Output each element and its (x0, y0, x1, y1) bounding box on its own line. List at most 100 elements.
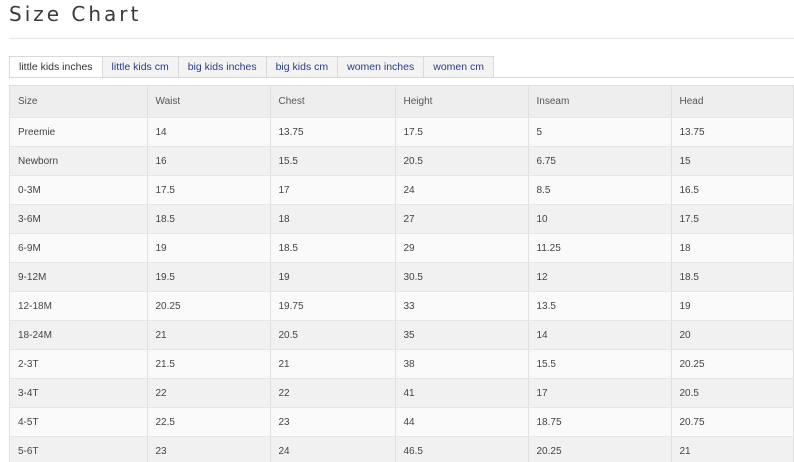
cell-chest: 24 (270, 436, 396, 462)
cell-head: 21 (671, 436, 793, 462)
column-header-waist: Waist (147, 86, 271, 118)
cell-chest: 18 (270, 204, 396, 234)
cell-height: 24 (395, 175, 529, 205)
size-table-panel: Size Waist Chest Height Inseam Head Pree… (9, 85, 794, 462)
cell-inseam: 8.5 (528, 175, 672, 205)
cell-inseam: 10 (528, 204, 672, 234)
cell-inseam: 17 (528, 378, 672, 408)
table-row: 2-3T 21.5 21 38 15.5 20.25 (10, 349, 793, 379)
table-row: Preemie 14 13.75 17.5 5 13.75 (10, 117, 793, 147)
tab-divider (9, 77, 794, 78)
cell-size: 9-12M (10, 262, 148, 292)
cell-chest: 18.5 (270, 233, 396, 263)
title-divider (9, 38, 794, 39)
table-row: Newborn 16 15.5 20.5 6.75 15 (10, 146, 793, 176)
cell-inseam: 14 (528, 320, 672, 350)
cell-size: 3-4T (10, 378, 148, 408)
cell-height: 17.5 (395, 117, 529, 147)
column-header-size: Size (10, 86, 148, 118)
cell-chest: 15.5 (270, 146, 396, 176)
cell-waist: 19 (147, 233, 271, 263)
cell-head: 20.5 (671, 378, 793, 408)
tab-women-inches[interactable]: women inches (338, 56, 425, 78)
cell-waist: 19.5 (147, 262, 271, 292)
cell-height: 44 (395, 407, 529, 437)
cell-inseam: 12 (528, 262, 672, 292)
size-tabs: little kids inches little kids cm big ki… (9, 56, 494, 79)
cell-inseam: 13.5 (528, 291, 672, 321)
cell-waist: 20.25 (147, 291, 271, 321)
cell-head: 15 (671, 146, 793, 176)
cell-waist: 23 (147, 436, 271, 462)
size-table: Size Waist Chest Height Inseam Head Pree… (10, 86, 793, 462)
tab-little-kids-inches[interactable]: little kids inches (9, 56, 103, 79)
cell-waist: 21.5 (147, 349, 271, 379)
cell-head: 17.5 (671, 204, 793, 234)
cell-height: 27 (395, 204, 529, 234)
table-header-row: Size Waist Chest Height Inseam Head (10, 86, 793, 118)
cell-head: 13.75 (671, 117, 793, 147)
cell-height: 20.5 (395, 146, 529, 176)
cell-inseam: 15.5 (528, 349, 672, 379)
cell-head: 16.5 (671, 175, 793, 205)
cell-height: 35 (395, 320, 529, 350)
table-row: 9-12M 19.5 19 30.5 12 18.5 (10, 262, 793, 292)
column-header-height: Height (395, 86, 529, 118)
cell-size: 3-6M (10, 204, 148, 234)
cell-size: 18-24M (10, 320, 148, 350)
cell-size: 4-5T (10, 407, 148, 437)
cell-chest: 19 (270, 262, 396, 292)
cell-inseam: 20.25 (528, 436, 672, 462)
cell-chest: 21 (270, 349, 396, 379)
cell-chest: 17 (270, 175, 396, 205)
cell-chest: 23 (270, 407, 396, 437)
tab-big-kids-cm[interactable]: big kids cm (266, 56, 339, 78)
cell-chest: 20.5 (270, 320, 396, 350)
cell-head: 20.25 (671, 349, 793, 379)
cell-size: Preemie (10, 117, 148, 147)
table-row: 3-4T 22 22 41 17 20.5 (10, 378, 793, 408)
table-row: 4-5T 22.5 23 44 18.75 20.75 (10, 407, 793, 437)
cell-waist: 14 (147, 117, 271, 147)
cell-waist: 21 (147, 320, 271, 350)
cell-height: 38 (395, 349, 529, 379)
cell-head: 20.75 (671, 407, 793, 437)
tab-women-cm[interactable]: women cm (424, 56, 494, 78)
column-header-inseam: Inseam (528, 86, 672, 118)
table-row: 3-6M 18.5 18 27 10 17.5 (10, 204, 793, 234)
cell-size: 5-6T (10, 436, 148, 462)
cell-head: 20 (671, 320, 793, 350)
cell-waist: 16 (147, 146, 271, 176)
cell-head: 19 (671, 291, 793, 321)
cell-size: Newborn (10, 146, 148, 176)
cell-inseam: 5 (528, 117, 672, 147)
cell-height: 30.5 (395, 262, 529, 292)
cell-height: 29 (395, 233, 529, 263)
cell-size: 2-3T (10, 349, 148, 379)
table-row: 5-6T 23 24 46.5 20.25 21 (10, 436, 793, 462)
table-row: 6-9M 19 18.5 29 11.25 18 (10, 233, 793, 263)
column-header-chest: Chest (270, 86, 396, 118)
cell-waist: 22 (147, 378, 271, 408)
cell-waist: 22.5 (147, 407, 271, 437)
cell-size: 6-9M (10, 233, 148, 263)
cell-size: 12-18M (10, 291, 148, 321)
tab-big-kids-inches[interactable]: big kids inches (178, 56, 267, 78)
cell-height: 41 (395, 378, 529, 408)
cell-height: 46.5 (395, 436, 529, 462)
table-row: 12-18M 20.25 19.75 33 13.5 19 (10, 291, 793, 321)
cell-height: 33 (395, 291, 529, 321)
cell-head: 18.5 (671, 262, 793, 292)
page-title: Size Chart (9, 2, 142, 26)
cell-chest: 19.75 (270, 291, 396, 321)
cell-inseam: 6.75 (528, 146, 672, 176)
cell-inseam: 11.25 (528, 233, 672, 263)
cell-waist: 17.5 (147, 175, 271, 205)
cell-head: 18 (671, 233, 793, 263)
cell-waist: 18.5 (147, 204, 271, 234)
tab-little-kids-cm[interactable]: little kids cm (102, 56, 179, 78)
column-header-head: Head (671, 86, 793, 118)
cell-inseam: 18.75 (528, 407, 672, 437)
table-row: 18-24M 21 20.5 35 14 20 (10, 320, 793, 350)
table-row: 0-3M 17.5 17 24 8.5 16.5 (10, 175, 793, 205)
